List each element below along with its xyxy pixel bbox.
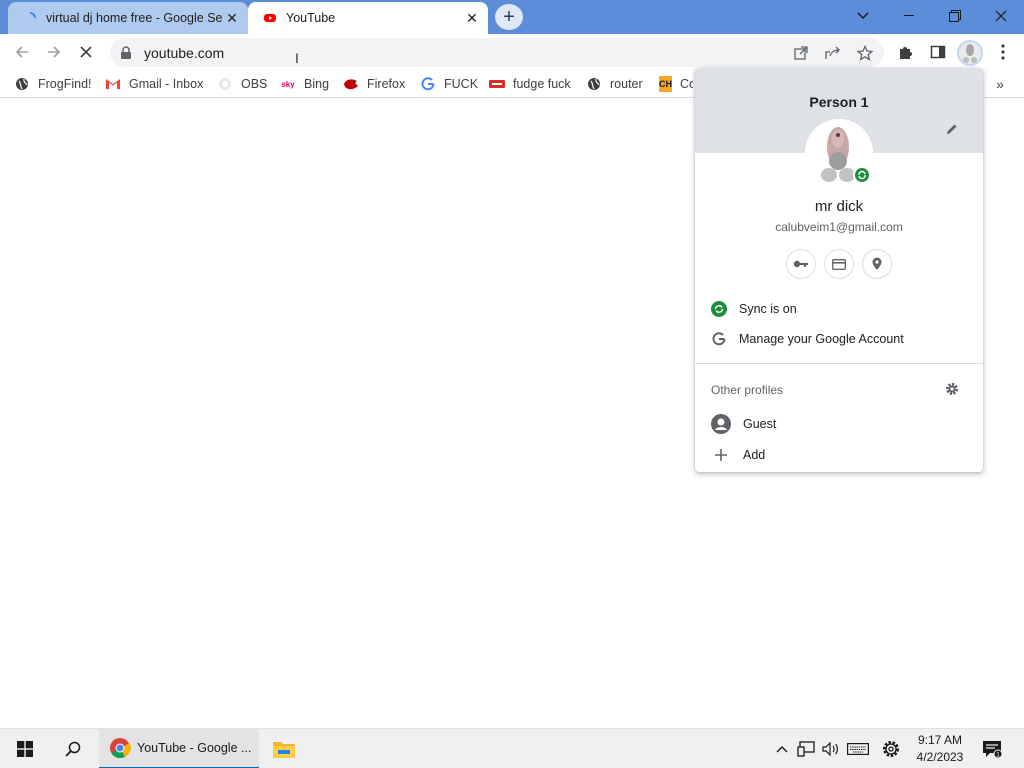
clock[interactable]: 9:17 AM 4/2/2023: [910, 732, 970, 766]
close-window-icon[interactable]: [978, 0, 1024, 32]
clock-date: 4/2/2023: [916, 750, 964, 764]
sync-icon: [711, 301, 727, 317]
other-profiles-heading: Other profiles: [711, 383, 784, 397]
chrome-menu-icon[interactable]: [991, 40, 1015, 64]
bookmark-co[interactable]: CH Co: [659, 74, 693, 94]
globe-icon: [586, 76, 602, 92]
edit-pencil-icon[interactable]: [945, 122, 961, 138]
network-icon[interactable]: [795, 729, 817, 768]
youtube-icon: [262, 10, 278, 26]
settings-gear-icon[interactable]: [879, 729, 903, 768]
sync-label: Sync is on: [739, 302, 797, 316]
new-tab-button[interactable]: +: [495, 4, 523, 30]
bookmark-label: FrogFind!: [38, 77, 92, 91]
tab-close-icon[interactable]: ✕: [462, 8, 482, 28]
bookmark-icon: [489, 76, 505, 92]
bookmark-star-icon[interactable]: [857, 45, 873, 61]
bookmark-label: router: [610, 77, 643, 91]
taskbar-chrome-button[interactable]: YouTube - Google ...: [99, 729, 259, 768]
manage-profiles-gear-icon[interactable]: [945, 382, 961, 398]
firefox-icon: [343, 76, 359, 92]
chrome-icon: [109, 737, 131, 759]
minimize-icon[interactable]: [886, 0, 932, 32]
bookmark-label: Firefox: [367, 77, 406, 91]
open-in-app-icon[interactable]: [793, 45, 809, 61]
bookmark-label: fudge fuck: [513, 77, 571, 91]
globe-icon: [14, 76, 30, 92]
sync-status-row[interactable]: Sync is on: [695, 295, 983, 323]
stop-loading-icon[interactable]: [72, 38, 100, 66]
forward-arrow-icon[interactable]: [40, 38, 68, 66]
location-pin-icon[interactable]: [862, 249, 892, 279]
extensions-puzzle-icon[interactable]: [894, 40, 918, 64]
profile-name: Person 1: [809, 94, 869, 110]
divider: [695, 363, 983, 364]
bookmark-bing[interactable]: sky Bing: [280, 74, 329, 94]
volume-icon[interactable]: [820, 729, 842, 768]
text-cursor-icon: I: [295, 50, 299, 66]
taskbar-chrome-label: YouTube - Google ...: [137, 741, 252, 755]
clock-time: 9:17 AM: [917, 733, 963, 747]
account-display-name: mr dick: [814, 198, 864, 215]
tab-google-search[interactable]: virtual dj home free - Google Se ✕: [8, 2, 248, 34]
add-profile-row[interactable]: Add: [695, 441, 983, 469]
guest-person-icon: [711, 414, 731, 434]
bookmark-gmail[interactable]: Gmail - Inbox: [105, 74, 203, 94]
add-plus-icon: [713, 447, 729, 463]
add-label: Add: [743, 448, 766, 462]
bookmark-label: FUCK: [444, 77, 479, 91]
bookmark-label: Gmail - Inbox: [129, 77, 204, 91]
back-arrow-icon[interactable]: [8, 38, 36, 66]
file-explorer-icon[interactable]: [265, 729, 303, 768]
tab-strip: virtual dj home free - Google Se ✕ YouTu…: [0, 0, 1024, 34]
bookmark-firefox[interactable]: Firefox: [343, 74, 405, 94]
url-text[interactable]: youtube.com: [144, 45, 224, 61]
sky-icon: sky: [281, 79, 295, 89]
bookmarks-overflow-icon[interactable]: »: [990, 74, 1010, 94]
manage-google-account-row[interactable]: Manage your Google Account: [695, 325, 983, 353]
side-panel-icon[interactable]: [926, 40, 950, 64]
sync-badge-icon: [853, 166, 871, 184]
bookmark-frogfind[interactable]: FrogFind!: [14, 74, 92, 94]
taskbar: YouTube - Google ... 9:17 AM 4/2/2023 1: [0, 728, 1024, 768]
tab-title: virtual dj home free - Google Se: [46, 11, 222, 25]
lock-icon[interactable]: [120, 45, 134, 60]
bookmark-label: OBS: [241, 77, 268, 91]
windows-start-icon[interactable]: [8, 729, 42, 768]
restore-icon[interactable]: [932, 0, 978, 32]
manage-account-label: Manage your Google Account: [739, 332, 904, 346]
tab-search-chevron-down-icon[interactable]: [840, 0, 886, 32]
bookmark-router[interactable]: router: [586, 74, 643, 94]
bookmark-fudge-fuck[interactable]: fudge fuck: [489, 74, 571, 94]
search-icon[interactable]: [56, 729, 90, 768]
browser-window: virtual dj home free - Google Se ✕ YouTu…: [0, 0, 1024, 768]
ch-icon: CH: [659, 76, 672, 92]
payment-card-icon[interactable]: [824, 249, 854, 279]
tab-close-icon[interactable]: ✕: [222, 8, 242, 28]
share-icon[interactable]: [825, 45, 841, 61]
bookmark-label: Bing: [304, 77, 330, 91]
google-g-icon: [711, 331, 727, 347]
guest-profile-row[interactable]: Guest: [695, 410, 983, 438]
toolbar: youtube.com: [0, 34, 1024, 70]
gmail-icon: [105, 76, 121, 92]
notifications-icon[interactable]: 1: [978, 729, 1006, 768]
account-email: calubveim1@gmail.com: [775, 220, 903, 234]
bookmark-label: Co: [680, 77, 693, 91]
address-bar[interactable]: youtube.com: [110, 38, 884, 67]
profile-menu: Person 1 mr dick calubveim1@gmail.com Sy…: [695, 68, 983, 472]
bookmark-obs[interactable]: OBS: [217, 74, 267, 94]
guest-label: Guest: [743, 417, 777, 431]
keyboard-icon[interactable]: [845, 729, 871, 768]
tray-chevron-up-icon[interactable]: [772, 729, 792, 768]
bookmark-fuck[interactable]: FUCK: [420, 74, 478, 94]
google-icon: [420, 76, 436, 92]
tab-youtube[interactable]: YouTube ✕: [248, 2, 488, 34]
passwords-key-icon[interactable]: [786, 249, 816, 279]
tab-title: YouTube: [286, 11, 336, 25]
github-icon: [217, 76, 233, 92]
loading-spinner-icon: [22, 10, 38, 26]
profile-avatar-button[interactable]: [957, 40, 983, 66]
